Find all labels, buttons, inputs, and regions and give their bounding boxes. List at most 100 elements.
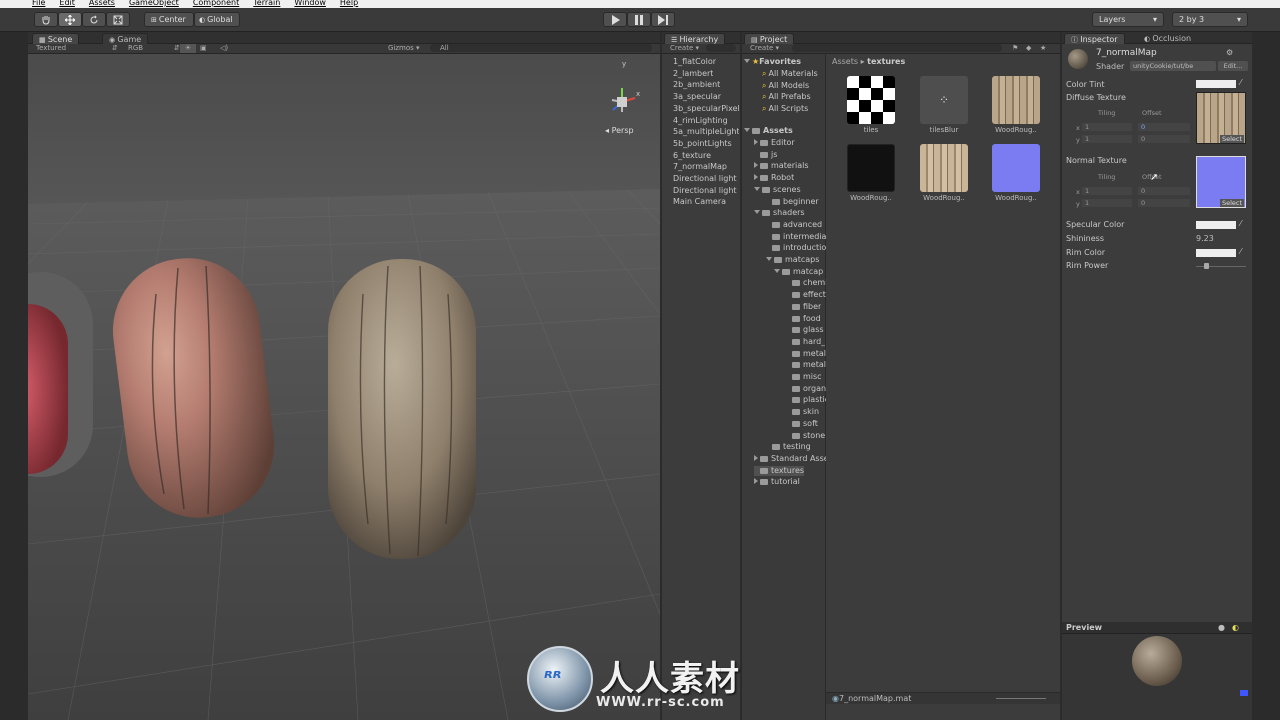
diffuse-tiling-y[interactable]: 1 (1082, 135, 1132, 143)
hierarchy-item[interactable]: 5b_pointLights (673, 139, 732, 149)
thumb-size-slider[interactable] (996, 698, 1046, 699)
asset-thumb-tiles[interactable] (847, 76, 895, 124)
hierarchy-item[interactable]: 6_texture (673, 151, 711, 161)
project-folder[interactable]: plastic (786, 395, 826, 405)
breadcrumb-textures[interactable]: textures (867, 57, 905, 66)
project-folder[interactable]: glass (786, 325, 824, 335)
play-button[interactable] (603, 12, 627, 27)
hierarchy-item[interactable]: 2_lambert (673, 69, 713, 79)
favorite-item[interactable]: ⌕ All Models (762, 81, 809, 91)
normal-tiling-y[interactable]: 1 (1082, 199, 1132, 207)
select-button[interactable]: Select (1219, 135, 1244, 143)
hierarchy-item[interactable]: 3b_specularPixel (673, 104, 739, 114)
hand-tool-button[interactable] (34, 12, 58, 27)
project-folder[interactable]: scenes (754, 185, 801, 195)
project-folder[interactable]: chemical (786, 278, 826, 288)
tab-inspector[interactable]: ⓘ Inspector (1064, 33, 1125, 44)
project-folder[interactable]: misc (786, 372, 822, 382)
image-toggle-icon[interactable]: ▣ (200, 44, 207, 53)
project-folder[interactable]: beginner (766, 197, 819, 207)
tab-occlusion[interactable]: ◐ Occlusion (1138, 33, 1197, 44)
project-folder[interactable]: introduction (766, 243, 826, 253)
asset-thumb-normal[interactable] (992, 144, 1040, 192)
scale-tool-button[interactable] (106, 12, 130, 27)
select-button[interactable]: Select (1219, 199, 1244, 207)
hierarchy-item[interactable]: 3a_specular (673, 92, 721, 102)
project-folder[interactable]: shaders (754, 208, 805, 218)
project-folder[interactable]: textures (754, 465, 805, 476)
menu-edit[interactable]: Edit (59, 0, 75, 8)
hierarchy-item[interactable]: 7_normalMap (673, 162, 727, 172)
hierarchy-item[interactable]: 1_flatColor (673, 57, 716, 67)
scene-viewport[interactable] (28, 54, 660, 720)
rim-power-slider-thumb[interactable] (1204, 263, 1209, 269)
project-folder[interactable]: food (786, 314, 821, 324)
project-folder[interactable]: Standard Assets (754, 454, 826, 464)
scene-search-input[interactable]: All (430, 44, 652, 52)
project-folder[interactable]: Robot (754, 173, 794, 183)
audio-toggle-icon[interactable]: ◁) (220, 44, 228, 53)
hierarchy-create-dropdown[interactable]: Create ▾ (670, 44, 699, 53)
favorite-item[interactable]: ⌕ All Materials (762, 69, 818, 79)
project-folder[interactable]: matcaps (766, 255, 819, 265)
settings-icon[interactable]: ⚙ (1226, 48, 1233, 57)
project-folder[interactable]: hard_ (786, 337, 825, 347)
rotate-tool-button[interactable] (82, 12, 106, 27)
hierarchy-item[interactable]: 5a_multipleLights (673, 127, 739, 137)
project-folder[interactable]: skin (786, 407, 819, 417)
eyedropper-icon[interactable]: ⁄ (1240, 247, 1241, 256)
layout-dropdown[interactable]: 2 by 3 ▾ (1172, 12, 1248, 27)
pause-button[interactable] (627, 12, 651, 27)
tab-hierarchy[interactable]: ☰ Hierarchy (664, 33, 726, 44)
project-folder[interactable]: metal (786, 349, 826, 359)
filter-type-icon[interactable]: ⚑ (1012, 44, 1018, 53)
shader-dropdown[interactable]: unityCookie/tut/be (1130, 61, 1216, 71)
menu-component[interactable]: Component (193, 0, 239, 8)
chevron-down-icon[interactable] (754, 186, 760, 191)
pivot-center-toggle[interactable]: ⊞ Center (144, 12, 194, 27)
shininess-field[interactable]: 9.23 (1196, 234, 1214, 243)
color-mode-dropdown[interactable]: RGB (128, 44, 143, 53)
favorite-item[interactable]: ⌕ All Scripts (762, 104, 808, 114)
project-folder[interactable]: js (754, 150, 777, 160)
project-folder[interactable]: testing (766, 442, 811, 452)
move-tool-button[interactable] (58, 12, 82, 27)
project-search-input[interactable] (792, 44, 1002, 52)
menu-gameobject[interactable]: GameObject (129, 0, 179, 8)
asset-thumb-wood-2[interactable] (847, 144, 895, 192)
rim-color-swatch[interactable] (1196, 249, 1236, 257)
project-create-dropdown[interactable]: Create ▾ (750, 44, 779, 53)
normal-offset-y[interactable]: 0 (1138, 199, 1190, 207)
space-global-toggle[interactable]: ◐ Global (194, 12, 240, 27)
project-folder[interactable]: soft (786, 419, 818, 429)
hierarchy-item[interactable]: Directional light (673, 186, 737, 196)
favorite-item[interactable]: ⌕ All Prefabs (762, 92, 811, 102)
hierarchy-item[interactable]: Directional light (673, 174, 737, 184)
hierarchy-item[interactable]: 2b_ambient (673, 80, 720, 90)
project-folder[interactable]: advanced (766, 220, 822, 230)
project-folder[interactable]: matcap (774, 267, 823, 277)
menu-assets[interactable]: Assets (89, 0, 115, 8)
asset-thumb-wood-1[interactable] (992, 76, 1040, 124)
color-tint-swatch[interactable] (1196, 80, 1236, 88)
diffuse-offset-y[interactable]: 0 (1138, 135, 1190, 143)
project-folder[interactable]: fiber (786, 302, 821, 312)
project-folder[interactable]: intermediate (766, 232, 826, 242)
chevron-right-icon[interactable] (754, 478, 758, 485)
tab-game[interactable]: ◉ Game (102, 33, 149, 44)
menu-window[interactable]: Window (294, 0, 326, 8)
chevron-down-icon[interactable] (766, 257, 772, 261)
tab-project[interactable]: ▤ Project (744, 33, 795, 44)
project-folder[interactable]: organic (786, 384, 826, 394)
diffuse-texture-slot[interactable]: Select (1196, 92, 1246, 144)
diffuse-tiling-x[interactable]: 1 (1082, 123, 1132, 131)
step-button[interactable] (651, 12, 675, 27)
eyedropper-icon[interactable]: ⁄ (1240, 219, 1241, 228)
hierarchy-search-input[interactable] (706, 44, 736, 52)
filter-label-icon[interactable]: ◆ (1026, 44, 1031, 53)
breadcrumb-assets[interactable]: Assets (832, 57, 858, 66)
hierarchy-item[interactable]: Main Camera (673, 197, 726, 207)
layers-dropdown[interactable]: Layers ▾ (1092, 12, 1164, 27)
project-folder[interactable]: stone (786, 431, 825, 441)
chevron-down-icon[interactable] (774, 268, 780, 273)
